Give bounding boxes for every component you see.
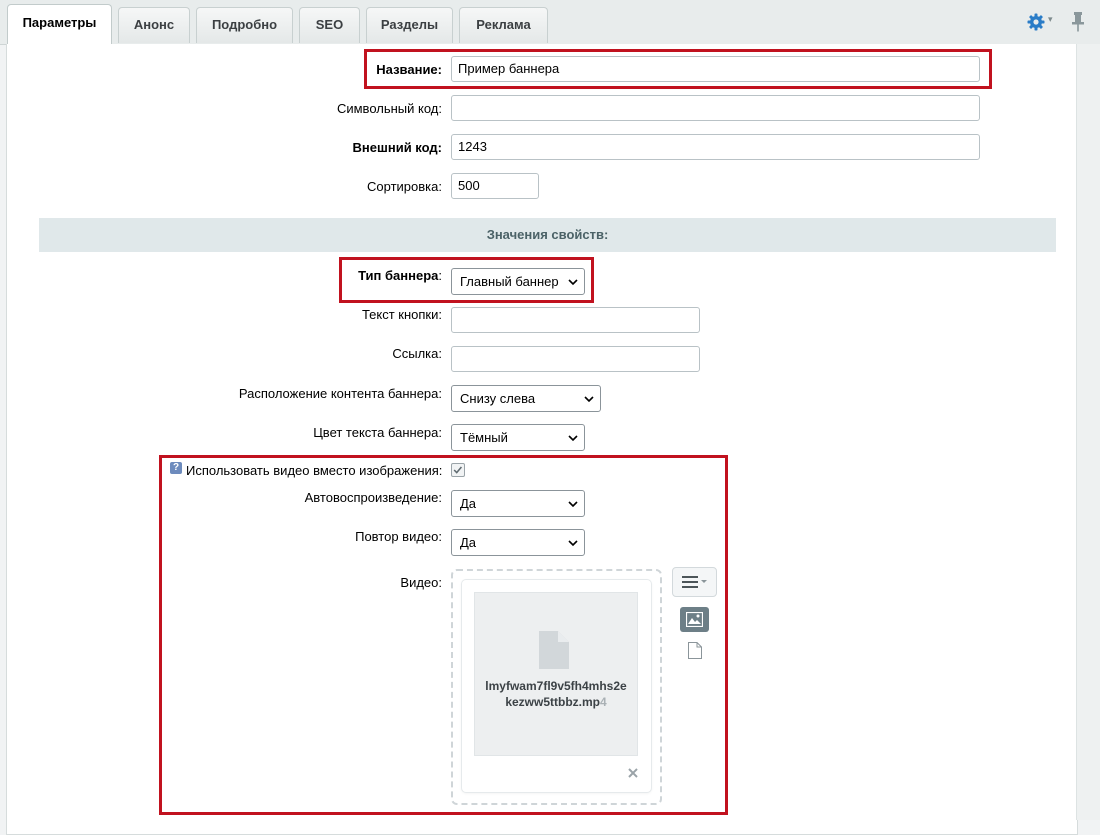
scroll-gutter bbox=[1076, 44, 1100, 820]
external-code-input[interactable]: 1243 bbox=[451, 134, 980, 160]
chevron-down-icon bbox=[584, 396, 594, 403]
pin-icon[interactable] bbox=[1070, 11, 1086, 33]
chevron-down-icon bbox=[568, 435, 578, 442]
button-text-input[interactable] bbox=[451, 307, 700, 333]
tab-bar: Параметры Анонс Подробно SEO Разделы Рек… bbox=[0, 0, 1100, 45]
video-file-thumbnail[interactable] bbox=[474, 592, 638, 756]
close-icon[interactable] bbox=[625, 765, 641, 781]
image-view-button[interactable] bbox=[680, 607, 709, 632]
document-icon[interactable] bbox=[688, 642, 702, 659]
name-label: Название: bbox=[376, 62, 442, 77]
external-code-label: Внешний код: bbox=[352, 140, 442, 155]
properties-section-header: Значения свойств: bbox=[39, 218, 1056, 252]
banner-type-value: Главный баннер bbox=[460, 274, 559, 289]
use-video-checkbox[interactable] bbox=[451, 463, 465, 477]
name-input[interactable]: Пример баннера bbox=[451, 56, 980, 82]
video-label: Видео: bbox=[400, 575, 442, 590]
tab-parameters[interactable]: Параметры bbox=[7, 4, 112, 45]
link-label: Ссылка: bbox=[392, 346, 442, 361]
content-position-value: Снизу слева bbox=[460, 391, 536, 406]
autoplay-label: Автовоспроизведение: bbox=[304, 490, 442, 505]
chevron-down-icon bbox=[568, 279, 578, 286]
loop-video-select[interactable]: Да bbox=[451, 529, 585, 556]
gear-dropdown-caret-icon[interactable]: ▾ bbox=[1048, 14, 1053, 25]
file-icon bbox=[539, 631, 569, 669]
video-file-name-line2-main: kezww5ttbbz.mp bbox=[505, 695, 600, 709]
tab-seo[interactable]: SEO bbox=[299, 7, 360, 43]
banner-type-label-colon: : bbox=[438, 268, 442, 283]
link-input[interactable] bbox=[451, 346, 700, 372]
help-icon[interactable]: ? bbox=[170, 462, 182, 474]
use-video-label: Использовать видео вместо изображения: bbox=[186, 463, 443, 478]
banner-type-label-text: Тип баннера bbox=[358, 268, 439, 283]
banner-type-label: Тип баннера: bbox=[358, 268, 442, 283]
gear-icon[interactable] bbox=[1026, 12, 1046, 32]
text-color-label: Цвет текста баннера: bbox=[313, 425, 442, 440]
menu-icon bbox=[682, 576, 707, 588]
button-text-label: Текст кнопки: bbox=[361, 307, 442, 322]
chevron-down-icon bbox=[568, 540, 578, 547]
chevron-down-icon bbox=[568, 501, 578, 508]
checkmark-icon bbox=[453, 466, 463, 474]
content-position-select[interactable]: Снизу слева bbox=[451, 385, 601, 412]
tab-sections[interactable]: Разделы bbox=[366, 7, 453, 43]
content-position-label: Расположение контента баннера: bbox=[238, 386, 442, 401]
tab-announce[interactable]: Анонс bbox=[118, 7, 190, 43]
symbol-code-label: Символьный код: bbox=[336, 101, 442, 116]
video-file-name-line2: kezww5ttbbz.mp4 bbox=[474, 694, 638, 710]
text-color-select[interactable]: Тёмный bbox=[451, 424, 585, 451]
video-file-name-line1: lmyfwam7fl9v5fh4mhs2e bbox=[485, 679, 627, 693]
text-color-value: Тёмный bbox=[460, 430, 508, 445]
symbol-code-input[interactable] bbox=[451, 95, 980, 121]
video-file-name: lmyfwam7fl9v5fh4mhs2e kezww5ttbbz.mp4 bbox=[474, 678, 638, 710]
tab-advertising[interactable]: Реклама bbox=[459, 7, 548, 43]
upload-menu-button[interactable] bbox=[672, 567, 717, 597]
banner-type-select[interactable]: Главный баннер bbox=[451, 268, 585, 295]
sort-input[interactable]: 500 bbox=[451, 173, 539, 199]
tab-details[interactable]: Подробно bbox=[196, 7, 293, 43]
loop-video-label: Повтор видео: bbox=[355, 529, 442, 544]
loop-video-value: Да bbox=[460, 535, 477, 550]
autoplay-select[interactable]: Да bbox=[451, 490, 585, 517]
image-icon bbox=[686, 612, 703, 627]
autoplay-value: Да bbox=[460, 496, 477, 511]
sort-label: Сортировка: bbox=[367, 179, 442, 194]
video-file-name-line2-fade: 4 bbox=[600, 695, 607, 709]
